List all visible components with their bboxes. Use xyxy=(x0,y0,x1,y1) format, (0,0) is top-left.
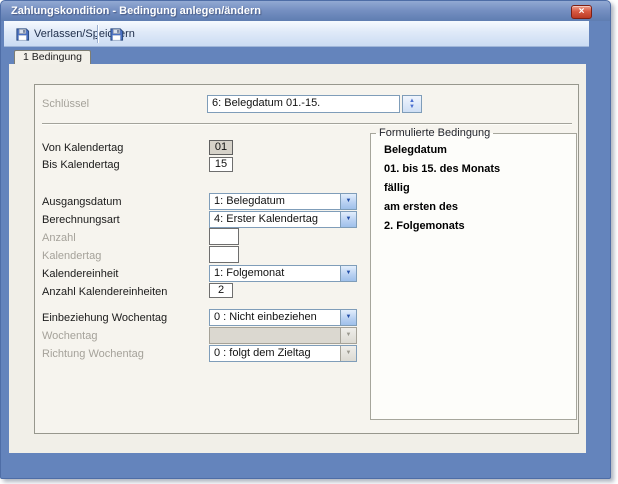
dropdown-arrow-icon[interactable]: ▼ xyxy=(340,212,356,227)
bis-kalendertag-field[interactable]: 15 xyxy=(209,157,233,172)
condition-line: Belegdatum xyxy=(384,144,447,156)
schluessel-value: 6: Belegdatum 01.-15. xyxy=(212,97,395,110)
einbeziehung-wochentag-combo[interactable]: 0 : Nicht einbeziehen ▼ xyxy=(209,309,357,326)
condition-line: 01. bis 15. des Monats xyxy=(384,163,500,175)
berechnungsart-label: Berechnungsart xyxy=(42,214,120,226)
kalendertag-label: Kalendertag xyxy=(42,250,101,262)
ausgangsdatum-label: Ausgangsdatum xyxy=(42,196,122,208)
dropdown-arrow-icon[interactable]: ▼ xyxy=(340,266,356,281)
form-panel: Schlüssel 6: Belegdatum 01.-15. ▲ ▼ Von … xyxy=(34,84,579,434)
kalendereinheit-value: 1: Folgemonat xyxy=(214,267,338,280)
groupbox-title: Formulierte Bedingung xyxy=(376,127,493,139)
einbeziehung-wochentag-label: Einbeziehung Wochentag xyxy=(42,312,167,324)
save-button[interactable] xyxy=(103,24,129,44)
anzahl-kalendereinheiten-label: Anzahl Kalendereinheiten xyxy=(42,286,167,298)
ausgangsdatum-value: 1: Belegdatum xyxy=(214,195,338,208)
toolbar-separator xyxy=(97,25,98,43)
save-icon xyxy=(15,27,30,42)
tab-bedingung[interactable]: 1 Bedingung xyxy=(14,50,91,64)
von-kalendertag-label: Von Kalendertag xyxy=(42,142,123,154)
condition-line: am ersten des xyxy=(384,201,458,213)
richtung-wochentag-value: 0 : folgt dem Zieltag xyxy=(214,347,338,360)
richtung-wochentag-combo[interactable]: 0 : folgt dem Zieltag ▼ xyxy=(209,345,357,362)
wochentag-combo[interactable]: ▼ xyxy=(209,327,357,344)
schluessel-spinner[interactable]: ▲ ▼ xyxy=(402,95,422,113)
berechnungsart-combo[interactable]: 4: Erster Kalendertag ▼ xyxy=(209,211,357,228)
dialog-client-area: Schlüssel 6: Belegdatum 01.-15. ▲ ▼ Von … xyxy=(9,64,586,453)
von-kalendertag-field[interactable]: 01 xyxy=(209,140,233,155)
separator-line xyxy=(42,123,572,125)
wochentag-label: Wochentag xyxy=(42,330,97,342)
berechnungsart-value: 4: Erster Kalendertag xyxy=(214,213,338,226)
save-icon xyxy=(109,27,124,42)
bis-kalendertag-label: Bis Kalendertag xyxy=(42,159,120,171)
dropdown-arrow-icon[interactable]: ▼ xyxy=(340,194,356,209)
title-bar: Zahlungskondition - Bedingung anlegen/än… xyxy=(1,1,610,21)
ausgangsdatum-combo[interactable]: 1: Belegdatum ▼ xyxy=(209,193,357,210)
dropdown-arrow-icon[interactable]: ▼ xyxy=(340,328,356,343)
kalendereinheit-combo[interactable]: 1: Folgemonat ▼ xyxy=(209,265,357,282)
anzahl-kalendereinheiten-field[interactable]: 2 xyxy=(209,283,233,298)
condition-line: fällig xyxy=(384,182,410,194)
condition-line: 2. Folgemonats xyxy=(384,220,465,232)
kalendertag-field[interactable] xyxy=(209,246,239,263)
dropdown-arrow-icon[interactable]: ▼ xyxy=(340,310,356,325)
window-title: Zahlungskondition - Bedingung anlegen/än… xyxy=(11,1,261,21)
schluessel-combo[interactable]: 6: Belegdatum 01.-15. xyxy=(207,95,400,113)
dialog-window: Zahlungskondition - Bedingung anlegen/än… xyxy=(0,0,611,479)
anzahl-field[interactable] xyxy=(209,228,239,245)
toolbar: Verlassen/Speichern xyxy=(4,21,589,47)
dropdown-arrow-icon[interactable]: ▼ xyxy=(340,346,356,361)
close-icon[interactable]: × xyxy=(571,5,592,19)
einbeziehung-wochentag-value: 0 : Nicht einbeziehen xyxy=(214,311,338,324)
schluessel-label: Schlüssel xyxy=(42,98,89,110)
anzahl-label: Anzahl xyxy=(42,232,76,244)
richtung-wochentag-label: Richtung Wochentag xyxy=(42,348,144,360)
formulierte-bedingung-groupbox: Formulierte Bedingung Belegdatum 01. bis… xyxy=(370,133,577,420)
kalendereinheit-label: Kalendereinheit xyxy=(42,268,118,280)
spinner-down-icon[interactable]: ▼ xyxy=(409,104,415,110)
